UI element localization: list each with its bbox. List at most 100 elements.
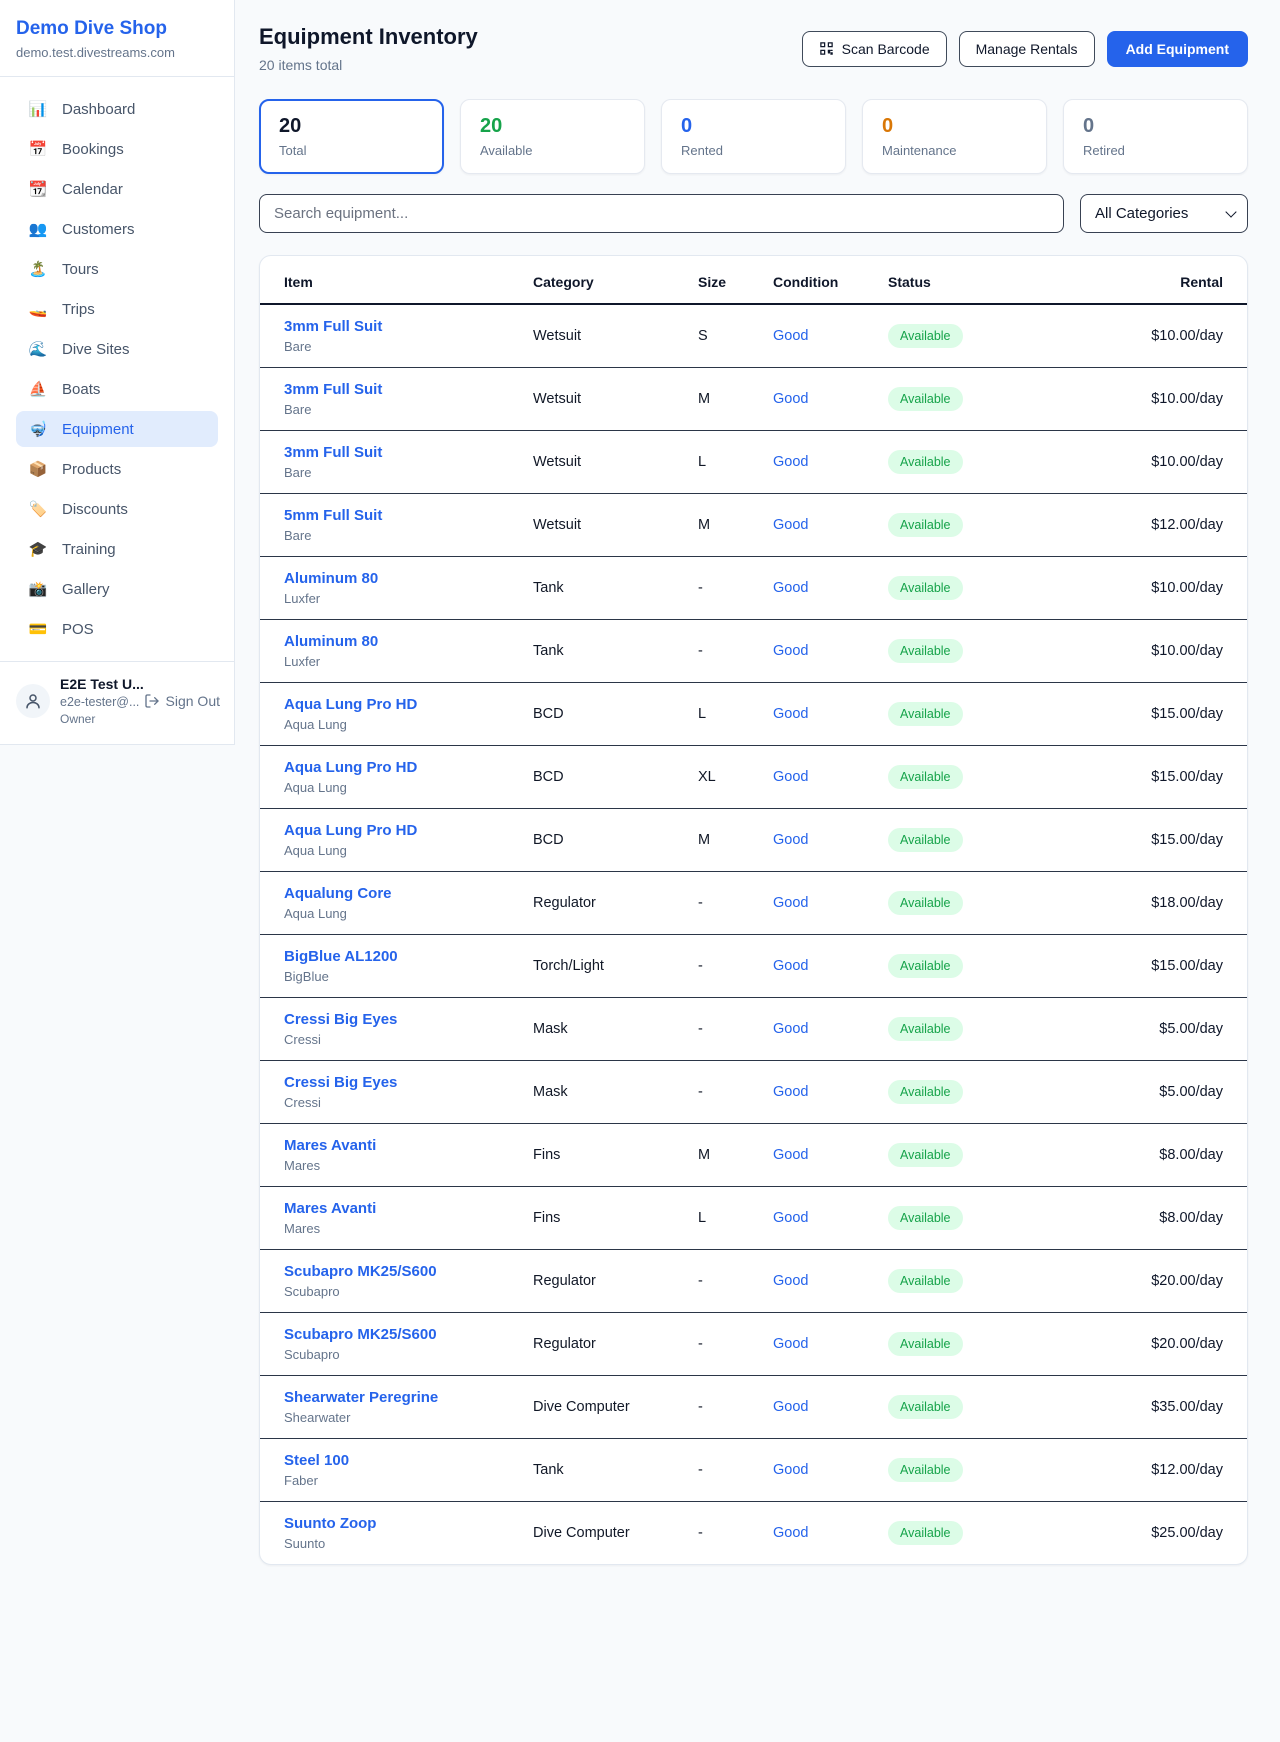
category-cell: Mask: [533, 1021, 698, 1037]
stat-card-maintenance[interactable]: 0 Maintenance: [862, 99, 1047, 174]
condition-link[interactable]: Good: [773, 580, 808, 596]
status-cell: Available: [888, 702, 1103, 726]
stat-card-retired[interactable]: 0 Retired: [1063, 99, 1248, 174]
category-cell: BCD: [533, 832, 698, 848]
sidebar-item-tours[interactable]: 🏝️ Tours: [16, 251, 218, 287]
item-name-link[interactable]: BigBlue AL1200: [284, 948, 533, 965]
sidebar-item-training[interactable]: 🎓 Training: [16, 531, 218, 567]
sidebar-item-equipment[interactable]: 🤿 Equipment: [16, 411, 218, 447]
item-name-link[interactable]: Aluminum 80: [284, 570, 533, 587]
sidebar-item-discounts[interactable]: 🏷️ Discounts: [16, 491, 218, 527]
rental-price: $15.00/day: [1151, 706, 1223, 722]
stat-card-total[interactable]: 20 Total: [259, 99, 444, 174]
category-filter-select[interactable]: All Categories: [1080, 194, 1248, 233]
manage-rentals-button[interactable]: Manage Rentals: [959, 31, 1095, 67]
sidebar-item-calendar[interactable]: 📆 Calendar: [16, 171, 218, 207]
condition-link[interactable]: Good: [773, 832, 808, 848]
condition-link[interactable]: Good: [773, 643, 808, 659]
sidebar-item-customers[interactable]: 👥 Customers: [16, 211, 218, 247]
condition-cell: Good: [773, 894, 888, 912]
condition-link[interactable]: Good: [773, 1021, 808, 1037]
stat-value: 0: [681, 115, 826, 138]
calendar-icon: 📆: [28, 180, 48, 198]
island-icon: 🏝️: [28, 260, 48, 278]
item-brand: Aqua Lung: [284, 843, 533, 858]
add-equipment-button[interactable]: Add Equipment: [1107, 31, 1248, 67]
condition-link[interactable]: Good: [773, 958, 808, 974]
sidebar-item-bookings[interactable]: 📅 Bookings: [16, 131, 218, 167]
sidebar-item-pos[interactable]: 💳 POS: [16, 611, 218, 647]
scan-barcode-button[interactable]: Scan Barcode: [802, 31, 947, 67]
item-name-link[interactable]: Mares Avanti: [284, 1200, 533, 1217]
stat-card-available[interactable]: 20 Available: [460, 99, 645, 174]
status-cell: Available: [888, 639, 1103, 663]
condition-link[interactable]: Good: [773, 1210, 808, 1226]
rental-price: $20.00/day: [1151, 1336, 1223, 1352]
item-name-link[interactable]: Scubapro MK25/S600: [284, 1326, 533, 1343]
item-name-link[interactable]: 3mm Full Suit: [284, 444, 533, 461]
condition-link[interactable]: Good: [773, 328, 808, 344]
sidebar-item-products[interactable]: 📦 Products: [16, 451, 218, 487]
item-name-link[interactable]: 3mm Full Suit: [284, 381, 533, 398]
item-name-link[interactable]: 3mm Full Suit: [284, 318, 533, 335]
category-cell: Regulator: [533, 1273, 698, 1289]
search-input[interactable]: [259, 194, 1064, 233]
item-name-link[interactable]: Mares Avanti: [284, 1137, 533, 1154]
condition-link[interactable]: Good: [773, 1399, 808, 1415]
item-cell: Cressi Big Eyes Cressi: [284, 1011, 533, 1047]
condition-link[interactable]: Good: [773, 769, 808, 785]
sign-out-label: Sign Out: [166, 693, 220, 709]
sidebar: Demo Dive Shop demo.test.divestreams.com…: [0, 0, 235, 745]
sidebar-item-gallery[interactable]: 📸 Gallery: [16, 571, 218, 607]
item-name-link[interactable]: Aqua Lung Pro HD: [284, 822, 533, 839]
rental-price: $15.00/day: [1151, 958, 1223, 974]
item-name-link[interactable]: Aqua Lung Pro HD: [284, 696, 533, 713]
item-name-link[interactable]: Aqua Lung Pro HD: [284, 759, 533, 776]
item-name-link[interactable]: Scubapro MK25/S600: [284, 1263, 533, 1280]
sidebar-item-dashboard[interactable]: 📊 Dashboard: [16, 91, 218, 127]
item-name-link[interactable]: Steel 100: [284, 1452, 533, 1469]
condition-link[interactable]: Good: [773, 895, 808, 911]
package-icon: 📦: [28, 460, 48, 478]
sidebar-item-trips[interactable]: 🚤 Trips: [16, 291, 218, 327]
rental-cell: $15.00/day: [1103, 705, 1223, 723]
customers-icon: 👥: [28, 220, 48, 238]
condition-link[interactable]: Good: [773, 706, 808, 722]
item-name-link[interactable]: Suunto Zoop: [284, 1515, 533, 1532]
item-brand: Bare: [284, 528, 533, 543]
sidebar-item-label: Calendar: [62, 181, 123, 198]
rental-price: $35.00/day: [1151, 1399, 1223, 1415]
condition-link[interactable]: Good: [773, 1147, 808, 1163]
condition-link[interactable]: Good: [773, 517, 808, 533]
sidebar-item-label: Trips: [62, 301, 95, 318]
condition-link[interactable]: Good: [773, 454, 808, 470]
item-name-link[interactable]: Shearwater Peregrine: [284, 1389, 533, 1406]
table-row: Steel 100 Faber Tank - Good Available $1…: [260, 1439, 1247, 1502]
item-name-link[interactable]: Cressi Big Eyes: [284, 1074, 533, 1091]
stats-cards: 20 Total 20 Available 0 Rented 0 Mainten…: [259, 99, 1248, 174]
item-name-link[interactable]: Aqualung Core: [284, 885, 533, 902]
sidebar-item-boats[interactable]: ⛵ Boats: [16, 371, 218, 407]
category-cell: Tank: [533, 1462, 698, 1478]
manage-rentals-label: Manage Rentals: [976, 41, 1078, 57]
table-row: 3mm Full Suit Bare Wetsuit M Good Availa…: [260, 368, 1247, 431]
bar-chart-icon: 📊: [28, 100, 48, 118]
condition-link[interactable]: Good: [773, 1525, 808, 1541]
status-cell: Available: [888, 1458, 1103, 1482]
size-cell: M: [698, 391, 773, 407]
equipment-table: Item Category Size Condition Status Rent…: [259, 255, 1248, 1565]
item-name-link[interactable]: 5mm Full Suit: [284, 507, 533, 524]
item-cell: Shearwater Peregrine Shearwater: [284, 1389, 533, 1425]
stat-card-rented[interactable]: 0 Rented: [661, 99, 846, 174]
item-name-link[interactable]: Cressi Big Eyes: [284, 1011, 533, 1028]
item-name-link[interactable]: Aluminum 80: [284, 633, 533, 650]
brand-link[interactable]: Demo Dive Shop demo.test.divestreams.com: [16, 18, 218, 60]
condition-link[interactable]: Good: [773, 1336, 808, 1352]
condition-link[interactable]: Good: [773, 1462, 808, 1478]
sidebar-item-dive-sites[interactable]: 🌊 Dive Sites: [16, 331, 218, 367]
condition-link[interactable]: Good: [773, 1273, 808, 1289]
sign-out-button[interactable]: Sign Out: [144, 693, 220, 709]
rental-cell: $12.00/day: [1103, 1461, 1223, 1479]
condition-link[interactable]: Good: [773, 1084, 808, 1100]
condition-link[interactable]: Good: [773, 391, 808, 407]
